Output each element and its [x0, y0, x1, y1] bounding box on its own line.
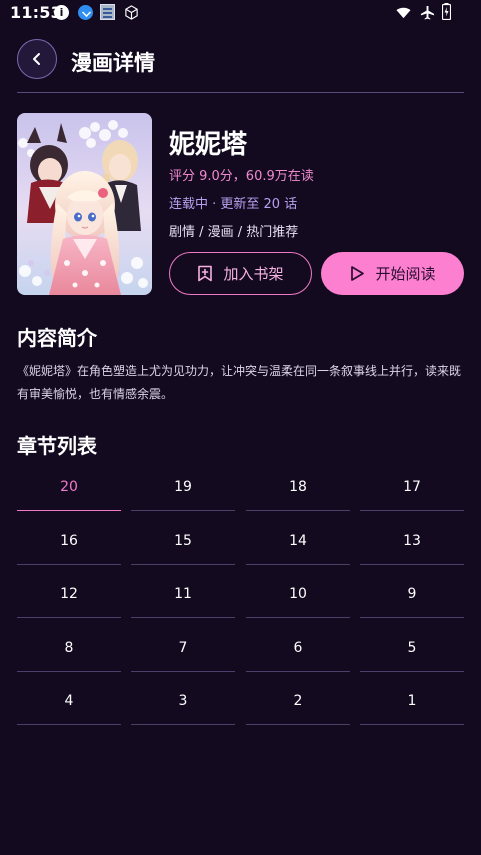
chapter-item-8[interactable]: 8: [17, 625, 121, 672]
chapter-item-4[interactable]: 4: [17, 678, 121, 725]
cover-illustration: [17, 113, 152, 295]
chapter-item-7[interactable]: 7: [131, 625, 235, 672]
play-icon: [351, 266, 365, 281]
chevron-left-icon: [33, 53, 40, 65]
chapter-item-15[interactable]: 15: [131, 518, 235, 565]
chapter-item-3[interactable]: 3: [131, 678, 235, 725]
comic-cover: [17, 113, 152, 295]
header: 漫画详情: [0, 36, 481, 86]
chapter-item-20[interactable]: 20: [17, 464, 121, 511]
chapter-item-10[interactable]: 10: [246, 571, 350, 618]
cube-icon: [125, 5, 138, 20]
back-button[interactable]: [17, 39, 57, 79]
news-icon: [100, 4, 115, 20]
chapter-item-6[interactable]: 6: [246, 625, 350, 672]
chapter-item-17[interactable]: 17: [360, 464, 464, 511]
chapter-item-19[interactable]: 19: [131, 464, 235, 511]
add-to-shelf-button[interactable]: 加入书架: [169, 252, 312, 295]
chapter-item-2[interactable]: 2: [246, 678, 350, 725]
intro-text: 《妮妮塔》在角色塑造上尤为见功力，让冲突与温柔在同一条叙事线上并行，读来既有审美…: [17, 364, 462, 401]
chapter-item-12[interactable]: 12: [17, 571, 121, 618]
chapter-item-18[interactable]: 18: [246, 464, 350, 511]
start-reading-button[interactable]: 开始阅读: [321, 252, 464, 295]
comic-title: 妮妮塔: [169, 130, 248, 160]
chapter-item-14[interactable]: 14: [246, 518, 350, 565]
wifi-icon: [396, 7, 411, 19]
download-icon: [78, 5, 93, 20]
header-divider: [17, 92, 464, 93]
battery-icon: [442, 3, 451, 20]
info-icon: i: [54, 5, 69, 20]
intro-heading: 内容简介: [17, 326, 97, 350]
rating-info: 评分 9.0分，60.9万在读: [169, 169, 314, 184]
chapter-item-13[interactable]: 13: [360, 518, 464, 565]
update-status: 连载中 · 更新至 20 话: [169, 197, 298, 212]
page-title: 漫画详情: [71, 51, 155, 75]
genre-tags: 剧情 / 漫画 / 热门推荐: [169, 225, 299, 240]
bookmark-plus-icon: [198, 265, 213, 282]
add-to-shelf-label: 加入书架: [223, 265, 284, 283]
chapter-item-1[interactable]: 1: [360, 678, 464, 725]
airplane-icon: [420, 5, 435, 20]
start-reading-label: 开始阅读: [375, 265, 436, 283]
chapter-item-9[interactable]: 9: [360, 571, 464, 618]
chapter-item-16[interactable]: 16: [17, 518, 121, 565]
status-bar: 11:53 i: [0, 0, 481, 26]
chapter-list-heading: 章节列表: [17, 434, 97, 458]
chapter-item-5[interactable]: 5: [360, 625, 464, 672]
chapter-item-11[interactable]: 11: [131, 571, 235, 618]
